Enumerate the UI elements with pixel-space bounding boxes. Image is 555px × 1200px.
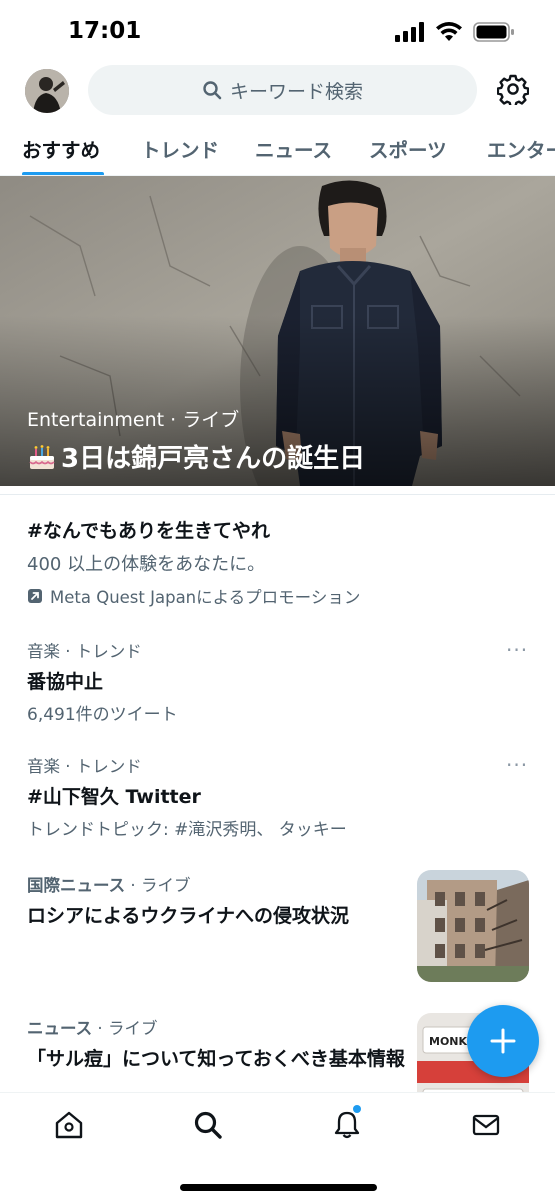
tab-news[interactable]: ニュース [255, 134, 332, 163]
hero-separator: · [164, 409, 183, 431]
avatar[interactable] [25, 69, 69, 113]
news-title: 「サル痘」について知っておくべき基本情報 [27, 1048, 405, 1070]
promo-title: #なんでもありを生きてやれ [27, 520, 270, 542]
search-icon [203, 81, 222, 100]
news-category: 国際ニュース [27, 876, 126, 895]
promoted-trend[interactable]: #なんでもありを生きてやれ 400 以上の体験をあなたに。 Meta Quest… [27, 517, 527, 608]
news-category: ニュース [27, 1019, 93, 1038]
hero-card[interactable]: Entertainment · ライブ 3日は錦戸亮さんの誕生日 [0, 176, 555, 486]
tab-sports[interactable]: スポーツ [369, 134, 447, 163]
plus-icon [490, 1028, 516, 1054]
tab-osusume[interactable]: おすすめ [22, 134, 100, 163]
trend-topics: トレンドトピック: #滝沢秀明、 タッキー [27, 820, 347, 840]
explore-screen: 17:01 キーワード検索 おすすめ トレンド ニュース スポーツ エンタ En… [0, 0, 555, 1200]
wifi-icon [436, 22, 462, 41]
more-options-icon[interactable]: ··· [506, 753, 528, 777]
search-icon[interactable] [192, 1109, 224, 1141]
news-item[interactable]: 国際ニュース · ライブ ロシアによるウクライナへの侵攻状況 [27, 872, 407, 930]
news-meta: ニュース · ライブ [27, 1015, 407, 1039]
hero-live-label: ライブ [182, 409, 240, 431]
notification-badge [353, 1105, 361, 1113]
home-indicator [180, 1184, 377, 1191]
trend-count: 6,491件のツイート [27, 705, 178, 725]
battery-icon [473, 22, 514, 42]
cake-icon [29, 444, 55, 469]
explore-tabs: おすすめ トレンド ニュース スポーツ エンター [0, 118, 555, 176]
news-live-label: ライブ [140, 876, 191, 895]
trend-title: #山下智久 Twitter [27, 786, 201, 808]
status-icons [395, 22, 515, 42]
mail-icon[interactable] [470, 1109, 502, 1141]
trend-item[interactable]: 音楽 · トレンド 番協中止 6,491件のツイート [27, 638, 527, 725]
hero-category: Entertainment [27, 409, 165, 431]
trend-meta: 音楽 · トレンド [27, 642, 142, 661]
news-separator: · [92, 1019, 108, 1038]
top-header: キーワード検索 [0, 62, 555, 118]
news-item[interactable]: ニュース · ライブ 「サル痘」について知っておくべき基本情報 [27, 1015, 407, 1073]
compose-tweet-button[interactable] [467, 1005, 539, 1077]
news-separator: · [125, 876, 141, 895]
signal-icon [395, 22, 424, 42]
promo-attribution: Meta Quest Japanによるプロモーション [27, 584, 527, 608]
status-bar: 17:01 [0, 0, 555, 62]
building-image [417, 870, 529, 982]
more-options-icon[interactable]: ··· [506, 638, 528, 662]
search-input[interactable]: キーワード検索 [88, 65, 477, 115]
trend-meta: 音楽 · トレンド [27, 757, 142, 776]
tab-trend[interactable]: トレンド [141, 134, 219, 163]
status-time: 17:01 [68, 18, 142, 44]
section-divider [0, 494, 555, 495]
tab-entertainment[interactable]: エンター [487, 134, 555, 163]
promo-subtitle: 400 以上の体験をあなたに。 [27, 554, 266, 575]
avatar-image [25, 69, 69, 113]
home-icon[interactable] [53, 1109, 85, 1141]
hero-title: 3日は錦戸亮さんの誕生日 [61, 444, 366, 474]
news-live-label: ライブ [107, 1019, 158, 1038]
news-title: ロシアによるウクライナへの侵攻状況 [27, 905, 350, 927]
trend-title: 番協中止 [27, 671, 104, 693]
promo-attribution-text: Meta Quest Japanによるプロモーション [50, 588, 361, 607]
hero-title-line: 3日は錦戸亮さんの誕生日 [27, 438, 365, 475]
news-thumbnail[interactable] [417, 870, 529, 982]
news-meta: 国際ニュース · ライブ [27, 872, 407, 896]
gear-icon[interactable] [497, 73, 529, 105]
search-placeholder: キーワード検索 [229, 80, 363, 103]
trend-item[interactable]: 音楽 · トレンド #山下智久 Twitter トレンドトピック: #滝沢秀明、… [27, 753, 527, 840]
bottom-navigation [0, 1092, 555, 1200]
hero-category-line: Entertainment · ライブ [27, 405, 239, 432]
promoted-icon [28, 589, 42, 603]
bell-icon[interactable] [331, 1109, 363, 1141]
